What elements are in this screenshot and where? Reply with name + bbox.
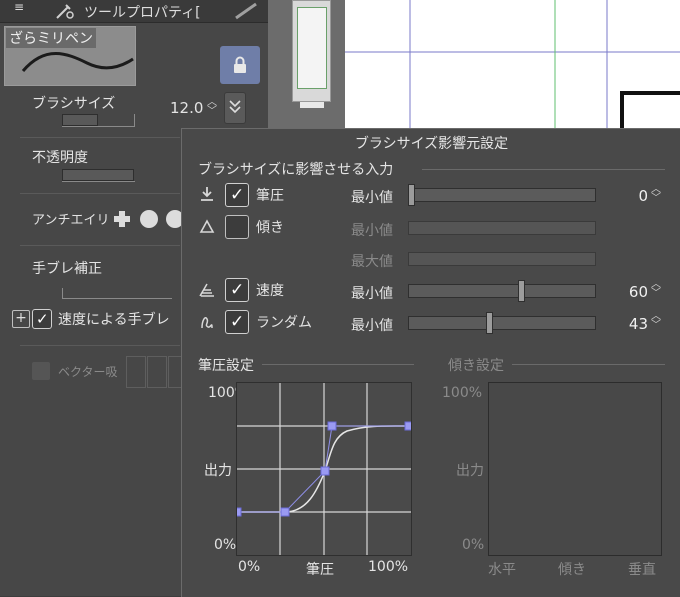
- tilt-checkbox[interactable]: [225, 215, 249, 239]
- speed-stabilization-checkbox[interactable]: ✓: [32, 309, 52, 329]
- pen-icon[interactable]: [232, 2, 262, 20]
- pressure-min-value[interactable]: 0: [618, 187, 648, 205]
- speed-min-slider-thumb[interactable]: [518, 280, 525, 302]
- pressure-label: 筆圧: [256, 188, 284, 204]
- tilt-graph-y-bottom: 0%: [462, 537, 485, 553]
- curve-point: [327, 421, 337, 431]
- vector-snap-option-3[interactable]: [168, 356, 182, 388]
- curve-point: [320, 466, 330, 476]
- opacity-label: 不透明度: [32, 150, 88, 166]
- chevron-down-icon: [229, 100, 241, 114]
- tool-wrench-icon: [56, 4, 74, 19]
- opacity-bar[interactable]: [62, 169, 134, 181]
- pressure-graph-x-mid: 筆圧: [306, 562, 334, 578]
- tilt-graph-y-top: 100%: [442, 385, 483, 401]
- brush-size-label: ブラシサイズ: [32, 96, 116, 112]
- tilt-max-slider[interactable]: [408, 252, 596, 266]
- panel-title: ツールプロパティ[: [84, 5, 201, 21]
- brush-size-stepper[interactable]: ︿ ﹀: [205, 98, 219, 117]
- tilt-graph-x-mid: 傾き: [558, 562, 586, 578]
- antialias-medium-icon[interactable]: [140, 210, 158, 228]
- tilt-graph-x-left: 水平: [488, 562, 516, 578]
- curve-point: [280, 507, 290, 517]
- pressure-graph-y-mid: 出力: [204, 463, 232, 479]
- speed-min-label: 最小値: [351, 286, 393, 302]
- random-min-value[interactable]: 43: [618, 315, 648, 333]
- tilt-icon: [199, 219, 215, 233]
- tilt-graph-x-right: 垂直: [628, 562, 656, 578]
- page-guides: [345, 0, 680, 128]
- pressure-graph-x-left: 0%: [238, 559, 261, 575]
- tilt-label: 傾き: [256, 220, 284, 236]
- dialog-title: ブラシサイズ影響元設定: [354, 136, 509, 152]
- pressure-icon: [201, 187, 213, 201]
- vector-snap-option-1[interactable]: [126, 356, 146, 388]
- speed-min-slider[interactable]: [408, 284, 596, 298]
- tilt-max-label: 最大値: [351, 254, 393, 270]
- brush-size-dynamics-dialog: ブラシサイズ影響元設定 ブラシサイズに影響させる入力 ✓ 筆圧 最小値 0 ︿ ﹀…: [181, 128, 680, 597]
- pressure-graph-x-right: 100%: [368, 559, 409, 575]
- random-checkbox[interactable]: ✓: [225, 310, 249, 334]
- tilt-curve-graph[interactable]: [488, 382, 662, 556]
- curve-point: [232, 507, 242, 517]
- pressure-min-label: 最小値: [351, 190, 393, 206]
- antialias-none-icon[interactable]: [112, 209, 132, 229]
- brush-name: ざらミリペン: [6, 28, 96, 48]
- input-section-label: ブラシサイズに影響させる入力: [198, 162, 394, 178]
- pressure-min-slider-thumb[interactable]: [408, 184, 415, 206]
- random-min-label: 最小値: [351, 318, 393, 334]
- speed-min-stepper[interactable]: ︿ ﹀: [649, 280, 663, 299]
- canvas-page[interactable]: [345, 0, 680, 128]
- lock-icon: [234, 56, 246, 73]
- speed-checkbox[interactable]: ✓: [225, 278, 249, 302]
- brush-size-value[interactable]: 12.0: [170, 99, 203, 117]
- tilt-min-label: 最小値: [351, 223, 393, 239]
- brush-size-bar[interactable]: [62, 114, 98, 126]
- vector-snap-label: ベクター吸: [58, 365, 118, 379]
- page-thumbnail[interactable]: [292, 0, 331, 102]
- tilt-min-slider[interactable]: [408, 221, 596, 235]
- pressure-min-slider[interactable]: [408, 188, 596, 202]
- speed-stabilization-label: 速度による手ブレ: [58, 312, 170, 328]
- antialias-label: アンチエイリ: [32, 213, 110, 228]
- curve-point: [404, 421, 414, 431]
- vector-snap-option-2[interactable]: [147, 356, 167, 388]
- stabilization-label: 手ブレ補正: [32, 261, 102, 277]
- pressure-curve-graph[interactable]: [232, 382, 414, 556]
- random-icon: [201, 316, 213, 329]
- speed-icon: [199, 283, 214, 297]
- panel-header: ≡ ツールプロパティ[: [0, 0, 268, 23]
- speed-min-value[interactable]: 60: [618, 283, 648, 301]
- random-label: ランダム: [256, 315, 312, 331]
- pressure-curve[interactable]: [232, 383, 414, 555]
- expand-plus-button[interactable]: +: [12, 310, 30, 328]
- speed-label: 速度: [256, 283, 284, 299]
- pressure-graph-y-bottom: 0%: [214, 537, 237, 553]
- pressure-checkbox[interactable]: ✓: [225, 183, 249, 207]
- random-min-slider-thumb[interactable]: [486, 312, 493, 334]
- tilt-settings-label: 傾き設定: [448, 358, 504, 374]
- tilt-graph-y-mid: 出力: [456, 463, 484, 479]
- random-min-slider[interactable]: [408, 316, 596, 330]
- vector-snap-checkbox[interactable]: [32, 362, 50, 380]
- menu-button[interactable]: ≡: [8, 0, 30, 14]
- pressure-min-stepper[interactable]: ︿ ﹀: [649, 185, 663, 204]
- brush-size-dynamics-button[interactable]: [224, 92, 246, 124]
- random-min-stepper[interactable]: ︿ ﹀: [649, 312, 663, 331]
- lock-button[interactable]: [220, 46, 260, 84]
- pressure-settings-label: 筆圧設定: [198, 358, 254, 374]
